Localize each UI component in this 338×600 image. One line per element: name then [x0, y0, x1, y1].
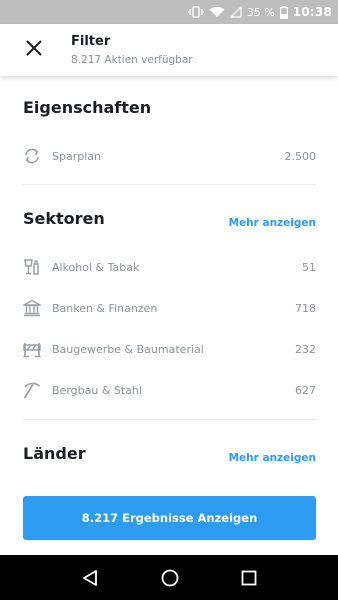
- filter-row-label: Bergbau & Stahl: [52, 383, 142, 397]
- home-icon[interactable]: [161, 569, 179, 587]
- countries-title: Länder: [23, 444, 86, 463]
- divider: [22, 184, 316, 185]
- filter-row-count: 51: [302, 260, 316, 274]
- pickaxe-icon: [22, 380, 42, 400]
- battery-icon: [279, 5, 288, 19]
- sectors-title: Sektoren: [23, 209, 105, 228]
- battery-percent: 35 %: [246, 5, 275, 19]
- status-bar: 35 % 10:38: [0, 0, 338, 24]
- filter-row-label: Sparplan: [52, 149, 101, 163]
- filter-row-bergbau-stahl[interactable]: Bergbau & Stahl 627: [22, 379, 316, 401]
- filter-row-count: 718: [295, 301, 316, 315]
- back-icon[interactable]: [81, 569, 99, 587]
- signal-icon: [229, 6, 242, 18]
- refresh-icon: [22, 146, 42, 166]
- page-title: Filter: [71, 34, 111, 49]
- filter-row-label: Banken & Finanzen: [52, 301, 158, 315]
- filter-row-label: Baugewerbe & Baumaterial: [52, 342, 204, 356]
- close-icon: [26, 40, 42, 60]
- divider: [22, 419, 316, 420]
- construction-icon: [22, 339, 42, 359]
- filter-row-banken-finanzen[interactable]: Banken & Finanzen 718: [22, 297, 316, 319]
- bank-icon: [22, 298, 42, 318]
- close-button[interactable]: [19, 35, 49, 65]
- vibrate-icon: [187, 6, 204, 18]
- status-time: 10:38: [292, 5, 332, 19]
- filter-row-count: 2.500: [284, 149, 317, 163]
- recents-icon[interactable]: [241, 570, 257, 586]
- countries-more-link[interactable]: Mehr anzeigen: [229, 452, 316, 464]
- show-results-button[interactable]: 8.217 Ergebnisse Anzeigen: [23, 496, 316, 540]
- filter-header: Filter 8.217 Aktien verfügbar: [0, 24, 338, 76]
- filter-row-count: 627: [295, 383, 316, 397]
- filter-row-baugewerbe[interactable]: Baugewerbe & Baumaterial 232: [22, 338, 316, 360]
- wifi-icon: [209, 6, 225, 18]
- filter-row-label: Alkohol & Tabak: [52, 260, 140, 274]
- filter-row-sparplan[interactable]: Sparplan 2.500: [22, 145, 316, 167]
- filter-row-alkohol-tabak[interactable]: Alkohol & Tabak 51: [22, 256, 316, 278]
- page-subtitle: 8.217 Aktien verfügbar: [71, 54, 193, 66]
- sectors-more-link[interactable]: Mehr anzeigen: [229, 217, 316, 229]
- properties-title: Eigenschaften: [23, 98, 152, 117]
- filter-row-count: 232: [295, 342, 316, 356]
- navigation-bar: [0, 555, 338, 600]
- drinks-icon: [22, 257, 42, 277]
